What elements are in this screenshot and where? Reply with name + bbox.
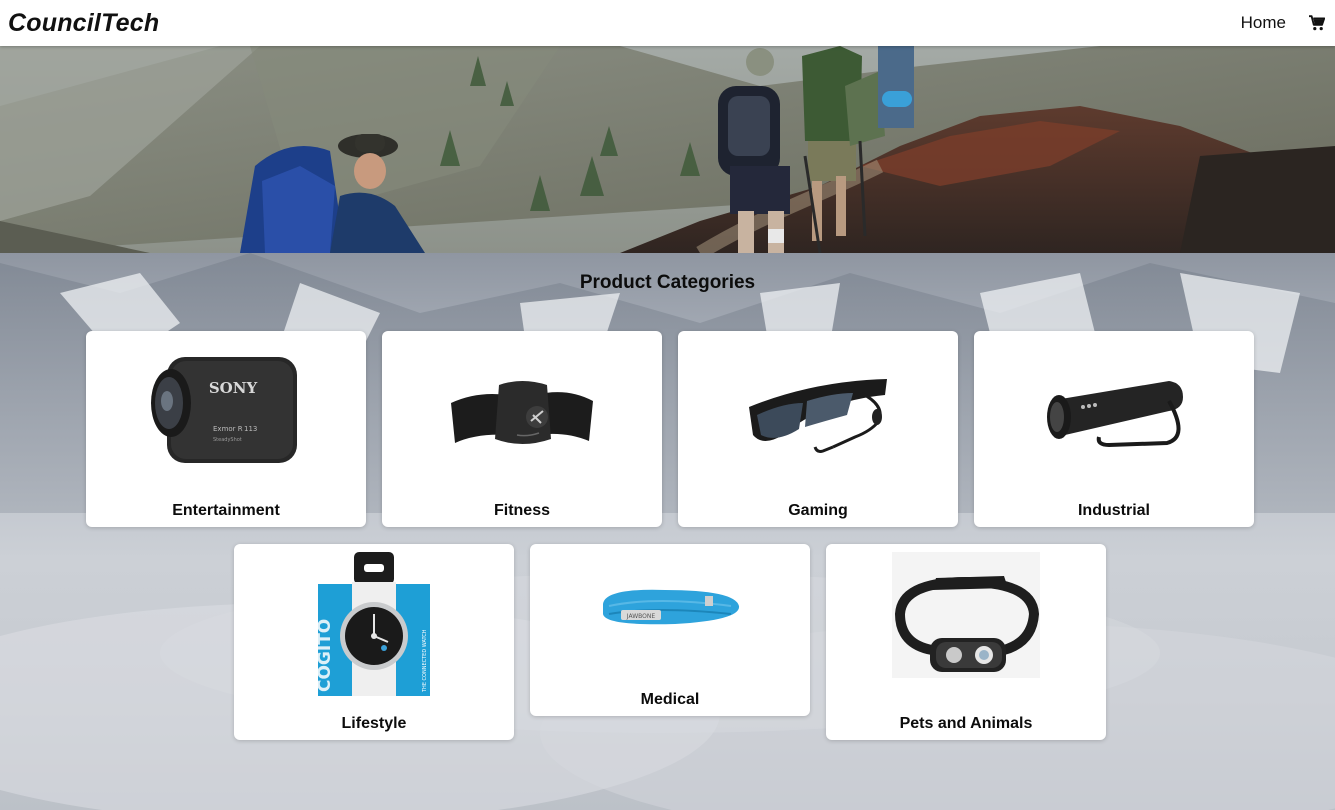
category-label: Fitness (493, 502, 550, 519)
category-card-industrial[interactable]: Industrial (974, 331, 1254, 527)
category-card-entertainment[interactable]: SONY Exmor R 113 SteadyShot Entertainmen… (86, 331, 366, 527)
headlamp-image (826, 552, 1106, 678)
camera-brand-text: SONY (209, 379, 258, 397)
heart-rate-strap-image (382, 351, 662, 469)
nav-links: Home (1241, 13, 1327, 33)
smart-watch-image: COGITO THE CONNECTED WATCH (234, 552, 514, 696)
category-card-lifestyle[interactable]: COGITO THE CONNECTED WATCH Lifestyle (234, 544, 514, 740)
flashlight-image (974, 351, 1254, 469)
watch-brand-text: COGITO (318, 619, 335, 692)
category-card-gaming[interactable]: Gaming (678, 331, 958, 527)
category-label: Pets and Animals (899, 715, 1033, 732)
camera-sub-text: SteadyShot (213, 437, 242, 443)
video-glasses-image (678, 351, 958, 469)
category-card-pets-and-animals[interactable]: Pets and Animals (826, 544, 1106, 740)
top-navbar: CouncilTech Home (0, 0, 1335, 46)
action-camera-image: SONY Exmor R 113 SteadyShot (86, 351, 366, 469)
camera-model-suffix: 113 (244, 425, 257, 433)
category-label: Medical (640, 691, 700, 708)
home-link[interactable]: Home (1241, 13, 1286, 33)
section-title: Product Categories (579, 272, 756, 293)
category-label: Lifestyle (341, 715, 407, 732)
band-brand-text: JAWBONE (626, 613, 656, 620)
hero-image (0, 46, 1335, 253)
category-card-medical[interactable]: JAWBONE Medical (530, 544, 810, 716)
category-label: Gaming (788, 502, 848, 519)
fitness-wristband-image: JAWBONE (530, 584, 810, 632)
watch-tagline-text: THE CONNECTED WATCH (422, 629, 428, 693)
category-card-fitness[interactable]: Fitness (382, 331, 662, 527)
product-categories-section: Product Categories SONY Exmor R 113 Stea… (0, 253, 1335, 810)
shopping-cart-icon[interactable] (1309, 15, 1325, 31)
hero-banner (0, 46, 1335, 253)
camera-model-text: Exmor R (213, 425, 243, 433)
brand-logo[interactable]: CouncilTech (8, 9, 159, 38)
category-label: Industrial (1077, 502, 1150, 519)
category-label: Entertainment (172, 502, 280, 519)
